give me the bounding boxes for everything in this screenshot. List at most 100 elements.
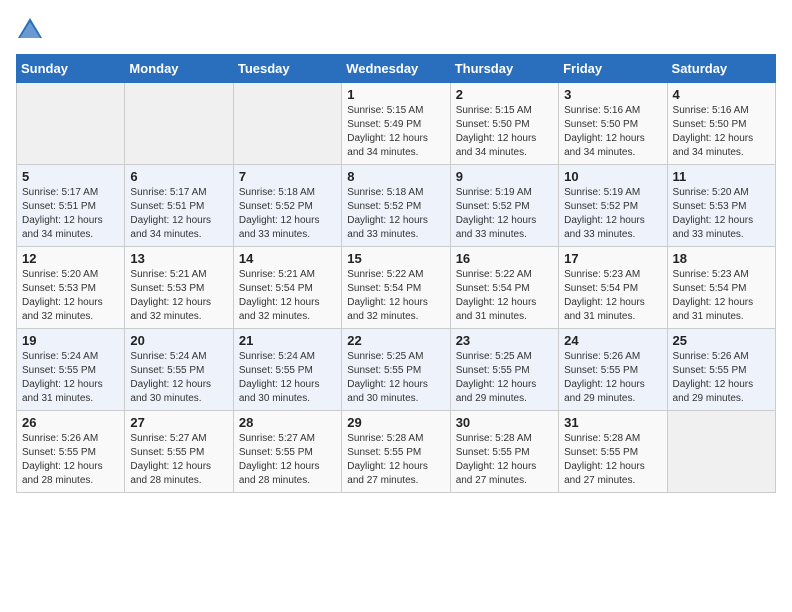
day-number: 17	[564, 251, 661, 266]
calendar-cell	[17, 83, 125, 165]
day-number: 24	[564, 333, 661, 348]
day-number: 22	[347, 333, 444, 348]
day-number: 6	[130, 169, 227, 184]
day-info: Sunrise: 5:27 AM Sunset: 5:55 PM Dayligh…	[239, 432, 336, 488]
day-number: 19	[22, 333, 119, 348]
calendar-cell: 29Sunrise: 5:28 AM Sunset: 5:55 PM Dayli…	[342, 411, 450, 493]
day-number: 11	[673, 169, 770, 184]
calendar-week-row: 19 Sunrise: 5:24 AM Sunset: 5:55 PM Dayli…	[17, 329, 776, 411]
day-number: 20	[130, 333, 227, 348]
calendar-cell	[667, 411, 775, 493]
calendar-body: 1Sunrise: 5:15 AM Sunset: 5:49 PM Daylig…	[17, 83, 776, 493]
page-header	[16, 16, 776, 44]
day-number: 15	[347, 251, 444, 266]
calendar-cell: 13 Sunrise: 5:21 AM Sunset: 5:53 PM Dayli…	[125, 247, 233, 329]
calendar-cell: 5 Sunrise: 5:17 AM Sunset: 5:51 PM Daylig…	[17, 165, 125, 247]
day-info: Sunrise: 5:26 AM Sunset: 5:55 PM Dayligh…	[564, 350, 661, 406]
day-info: Sunrise: 5:25 AM Sunset: 5:55 PM Dayligh…	[347, 350, 444, 406]
calendar-cell: 30 Sunrise: 5:28 AM Sunset: 5:55 PM Dayli…	[450, 411, 558, 493]
day-info: Sunrise: 5:16 AM Sunset: 5:50 PM Dayligh…	[673, 104, 770, 160]
day-info: Sunrise: 5:23 AM Sunset: 5:54 PM Dayligh…	[564, 268, 661, 324]
day-info: Sunrise: 5:17 AM Sunset: 5:51 PM Dayligh…	[130, 186, 227, 242]
day-number: 9	[456, 169, 553, 184]
weekday-header: Tuesday	[233, 55, 341, 83]
calendar-header: SundayMondayTuesdayWednesdayThursdayFrid…	[17, 55, 776, 83]
weekday-header: Wednesday	[342, 55, 450, 83]
day-info: Sunrise: 5:16 AM Sunset: 5:50 PM Dayligh…	[564, 104, 661, 160]
day-number: 27	[130, 415, 227, 430]
day-number: 21	[239, 333, 336, 348]
calendar-cell: 15 Sunrise: 5:22 AM Sunset: 5:54 PM Dayli…	[342, 247, 450, 329]
calendar-cell: 3Sunrise: 5:16 AM Sunset: 5:50 PM Daylig…	[559, 83, 667, 165]
day-number: 8	[347, 169, 444, 184]
calendar-cell: 26Sunrise: 5:26 AM Sunset: 5:55 PM Dayli…	[17, 411, 125, 493]
calendar-cell: 6 Sunrise: 5:17 AM Sunset: 5:51 PM Daylig…	[125, 165, 233, 247]
calendar-cell: 17 Sunrise: 5:23 AM Sunset: 5:54 PM Dayli…	[559, 247, 667, 329]
day-info: Sunrise: 5:21 AM Sunset: 5:54 PM Dayligh…	[239, 268, 336, 324]
weekday-header: Monday	[125, 55, 233, 83]
weekday-header: Friday	[559, 55, 667, 83]
calendar-cell: 7 Sunrise: 5:18 AM Sunset: 5:52 PM Daylig…	[233, 165, 341, 247]
day-info: Sunrise: 5:28 AM Sunset: 5:55 PM Dayligh…	[456, 432, 553, 488]
day-info: Sunrise: 5:22 AM Sunset: 5:54 PM Dayligh…	[347, 268, 444, 324]
day-number: 28	[239, 415, 336, 430]
day-info: Sunrise: 5:24 AM Sunset: 5:55 PM Dayligh…	[239, 350, 336, 406]
calendar-cell: 21 Sunrise: 5:24 AM Sunset: 5:55 PM Dayli…	[233, 329, 341, 411]
logo	[16, 16, 48, 44]
logo-icon	[16, 16, 44, 44]
calendar-cell: 31 Sunrise: 5:28 AM Sunset: 5:55 PM Dayli…	[559, 411, 667, 493]
calendar-cell: 11 Sunrise: 5:20 AM Sunset: 5:53 PM Dayli…	[667, 165, 775, 247]
calendar-week-row: 12 Sunrise: 5:20 AM Sunset: 5:53 PM Dayli…	[17, 247, 776, 329]
day-info: Sunrise: 5:24 AM Sunset: 5:55 PM Dayligh…	[22, 350, 119, 406]
day-number: 10	[564, 169, 661, 184]
calendar-cell: 24 Sunrise: 5:26 AM Sunset: 5:55 PM Dayli…	[559, 329, 667, 411]
day-info: Sunrise: 5:17 AM Sunset: 5:51 PM Dayligh…	[22, 186, 119, 242]
calendar-cell: 25 Sunrise: 5:26 AM Sunset: 5:55 PM Dayli…	[667, 329, 775, 411]
calendar-table: SundayMondayTuesdayWednesdayThursdayFrid…	[16, 54, 776, 493]
day-number: 18	[673, 251, 770, 266]
day-info: Sunrise: 5:18 AM Sunset: 5:52 PM Dayligh…	[239, 186, 336, 242]
day-number: 30	[456, 415, 553, 430]
calendar-week-row: 1Sunrise: 5:15 AM Sunset: 5:49 PM Daylig…	[17, 83, 776, 165]
calendar-cell: 20 Sunrise: 5:24 AM Sunset: 5:55 PM Dayli…	[125, 329, 233, 411]
day-number: 13	[130, 251, 227, 266]
calendar-cell: 8 Sunrise: 5:18 AM Sunset: 5:52 PM Daylig…	[342, 165, 450, 247]
day-number: 7	[239, 169, 336, 184]
calendar-cell: 28 Sunrise: 5:27 AM Sunset: 5:55 PM Dayli…	[233, 411, 341, 493]
calendar-cell: 2Sunrise: 5:15 AM Sunset: 5:50 PM Daylig…	[450, 83, 558, 165]
calendar-cell: 16Sunrise: 5:22 AM Sunset: 5:54 PM Dayli…	[450, 247, 558, 329]
calendar-cell: 1Sunrise: 5:15 AM Sunset: 5:49 PM Daylig…	[342, 83, 450, 165]
day-info: Sunrise: 5:15 AM Sunset: 5:50 PM Dayligh…	[456, 104, 553, 160]
calendar-cell: 19 Sunrise: 5:24 AM Sunset: 5:55 PM Dayli…	[17, 329, 125, 411]
calendar-cell: 4Sunrise: 5:16 AM Sunset: 5:50 PM Daylig…	[667, 83, 775, 165]
day-info: Sunrise: 5:18 AM Sunset: 5:52 PM Dayligh…	[347, 186, 444, 242]
calendar-cell: 23 Sunrise: 5:25 AM Sunset: 5:55 PM Dayli…	[450, 329, 558, 411]
day-number: 1	[347, 87, 444, 102]
day-info: Sunrise: 5:26 AM Sunset: 5:55 PM Dayligh…	[22, 432, 119, 488]
day-info: Sunrise: 5:20 AM Sunset: 5:53 PM Dayligh…	[22, 268, 119, 324]
day-number: 31	[564, 415, 661, 430]
day-number: 25	[673, 333, 770, 348]
calendar-cell	[125, 83, 233, 165]
day-info: Sunrise: 5:19 AM Sunset: 5:52 PM Dayligh…	[564, 186, 661, 242]
weekday-header: Thursday	[450, 55, 558, 83]
day-number: 5	[22, 169, 119, 184]
calendar-cell: 14 Sunrise: 5:21 AM Sunset: 5:54 PM Dayli…	[233, 247, 341, 329]
day-number: 14	[239, 251, 336, 266]
day-info: Sunrise: 5:20 AM Sunset: 5:53 PM Dayligh…	[673, 186, 770, 242]
day-number: 23	[456, 333, 553, 348]
day-info: Sunrise: 5:25 AM Sunset: 5:55 PM Dayligh…	[456, 350, 553, 406]
day-info: Sunrise: 5:19 AM Sunset: 5:52 PM Dayligh…	[456, 186, 553, 242]
calendar-cell: 9 Sunrise: 5:19 AM Sunset: 5:52 PM Daylig…	[450, 165, 558, 247]
day-number: 12	[22, 251, 119, 266]
weekday-row: SundayMondayTuesdayWednesdayThursdayFrid…	[17, 55, 776, 83]
day-info: Sunrise: 5:23 AM Sunset: 5:54 PM Dayligh…	[673, 268, 770, 324]
calendar-cell: 22 Sunrise: 5:25 AM Sunset: 5:55 PM Dayli…	[342, 329, 450, 411]
day-info: Sunrise: 5:21 AM Sunset: 5:53 PM Dayligh…	[130, 268, 227, 324]
calendar-cell: 18 Sunrise: 5:23 AM Sunset: 5:54 PM Dayli…	[667, 247, 775, 329]
day-info: Sunrise: 5:28 AM Sunset: 5:55 PM Dayligh…	[564, 432, 661, 488]
weekday-header: Saturday	[667, 55, 775, 83]
day-info: Sunrise: 5:22 AM Sunset: 5:54 PM Dayligh…	[456, 268, 553, 324]
day-info: Sunrise: 5:26 AM Sunset: 5:55 PM Dayligh…	[673, 350, 770, 406]
day-info: Sunrise: 5:24 AM Sunset: 5:55 PM Dayligh…	[130, 350, 227, 406]
